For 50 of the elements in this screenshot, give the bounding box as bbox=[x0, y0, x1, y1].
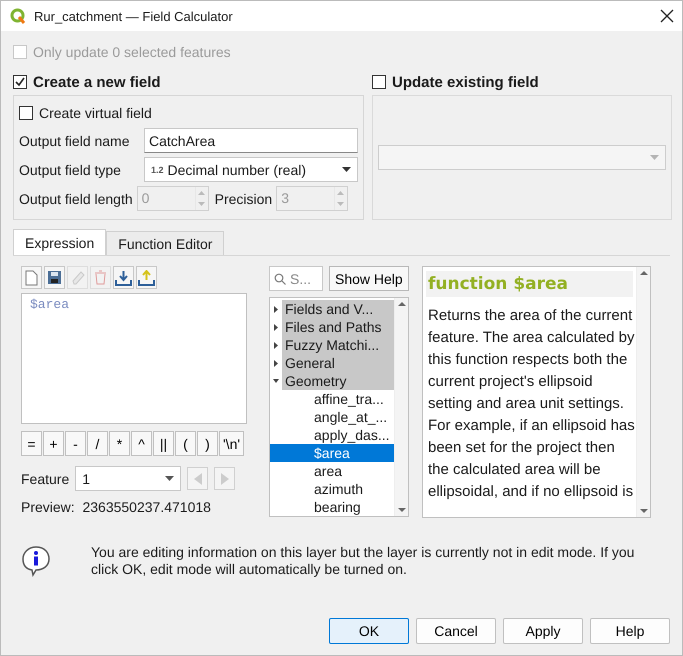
dropdown-value: 1 bbox=[82, 470, 92, 486]
field-label: Precision bbox=[214, 190, 272, 206]
help-title: function $area bbox=[426, 271, 633, 297]
operator-button[interactable]: / bbox=[87, 431, 108, 456]
operator-button[interactable]: + bbox=[43, 431, 64, 456]
type-prefix-label: 1.2 bbox=[151, 164, 164, 174]
dialog-button[interactable]: OK bbox=[329, 618, 409, 644]
name-field[interactable]: CatchArea bbox=[144, 128, 358, 153]
dialog-button[interactable]: Apply bbox=[503, 618, 583, 644]
dialog-button[interactable]: Help bbox=[590, 618, 670, 644]
tree-category[interactable]: Files and Paths bbox=[282, 318, 394, 336]
operator-button[interactable]: ) bbox=[197, 431, 218, 456]
field-label: Feature bbox=[21, 470, 70, 486]
operator-button[interactable]: - bbox=[65, 431, 86, 456]
tree-item[interactable]: apply_das... bbox=[270, 426, 394, 444]
tree-category[interactable]: Geometry bbox=[282, 372, 394, 390]
operator-button[interactable]: || bbox=[153, 431, 174, 456]
type-dropdown[interactable]: 1.2 Decimal number (real) bbox=[144, 157, 358, 182]
operator-button[interactable]: ( bbox=[175, 431, 196, 456]
operator-button[interactable]: ^ bbox=[131, 431, 152, 456]
tree-item[interactable]: $area bbox=[270, 444, 394, 462]
checkbox-label: Only update 0 selected features bbox=[33, 44, 231, 60]
operator-button[interactable]: = bbox=[21, 431, 42, 456]
tree-item[interactable]: angle_at_... bbox=[270, 408, 394, 426]
tree-category[interactable]: Fields and V... bbox=[282, 300, 394, 318]
preview-text: Preview: 2363550237.471018 bbox=[21, 499, 212, 515]
tree-item[interactable]: azimuth bbox=[270, 480, 394, 498]
tab[interactable]: Expression bbox=[13, 229, 106, 255]
help-text: Returns the area of the current feature. The area calculated by this function respects both the current project's ellipsoid setting and area unit settings. For example, if an ellipsoid has been set for the project then the calculated area will be ellipsoidal, and if no ellipsoid is bbox=[427, 306, 636, 502]
tree-category[interactable]: Fuzzy Matchi... bbox=[282, 336, 394, 354]
search-field[interactable]: S... bbox=[269, 266, 323, 291]
group-title: Create a new field bbox=[33, 74, 161, 90]
field-label: Output field length bbox=[19, 190, 133, 206]
window-title: Rur_catchment — Field Calculator bbox=[34, 8, 234, 24]
feature-dropdown[interactable]: 1 bbox=[75, 466, 182, 491]
field-label: Output field name bbox=[19, 132, 131, 148]
operator-button[interactable]: '\n' bbox=[219, 431, 244, 456]
operator-button[interactable]: * bbox=[109, 431, 130, 456]
checkbox-label: Create virtual field bbox=[39, 105, 152, 121]
show-help-button[interactable]: Show Help bbox=[329, 266, 409, 291]
field-label: Output field type bbox=[19, 162, 122, 178]
tab[interactable]: Function Editor bbox=[106, 231, 224, 255]
tree-category[interactable]: General bbox=[282, 354, 394, 372]
group-title: Update existing field bbox=[392, 74, 539, 90]
dialog-button[interactable]: Cancel bbox=[416, 618, 496, 644]
info-message: You are editing information on this layer but the layer is currently not in edit mode. If you click OK, edit mode will automatically be turned on. bbox=[91, 544, 636, 578]
tree-item[interactable]: affine_tra... bbox=[270, 390, 394, 408]
dropdown-value: Decimal number (real) bbox=[168, 162, 307, 178]
tree-item[interactable]: area bbox=[270, 462, 394, 480]
tree-item[interactable]: bearing bbox=[270, 498, 394, 516]
